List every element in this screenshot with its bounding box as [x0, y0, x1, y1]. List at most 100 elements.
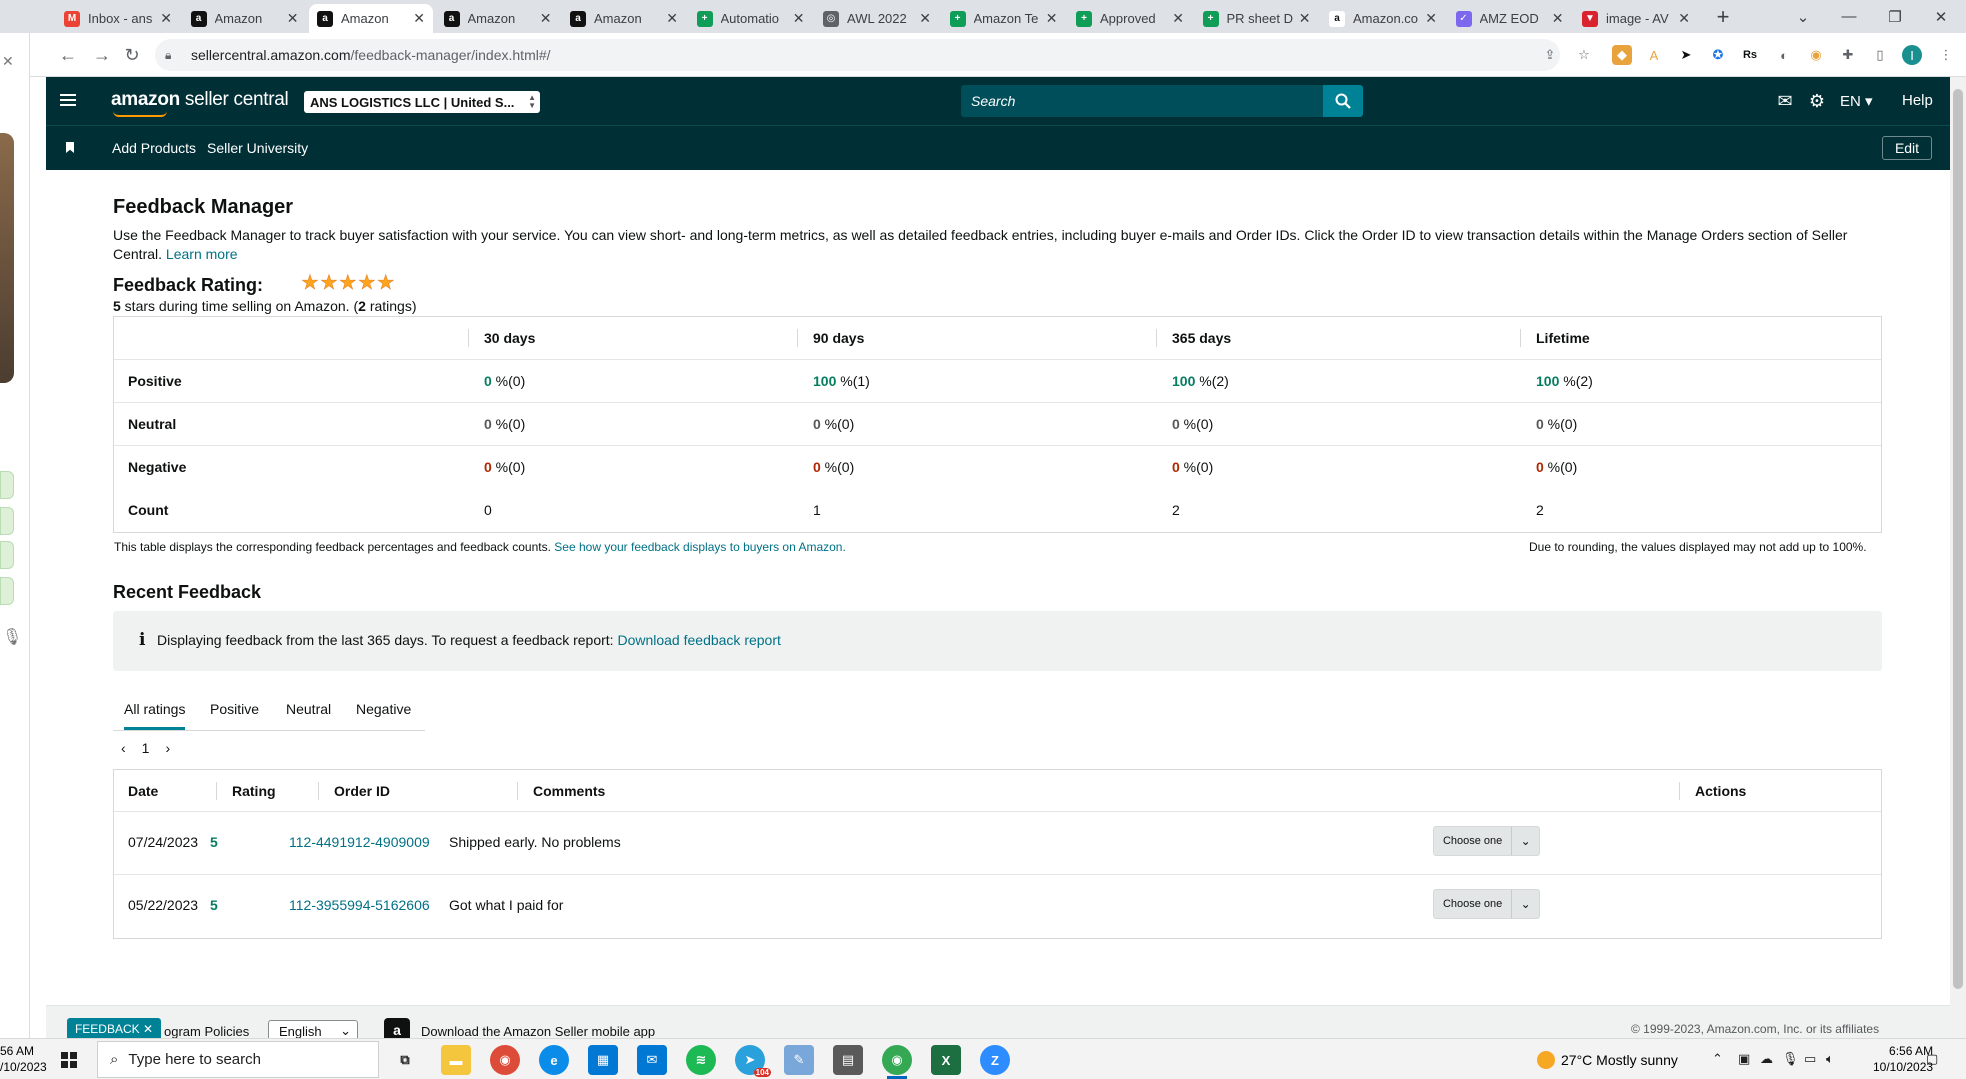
choose-action-dropdown[interactable]: Choose one ⌄	[1433, 889, 1540, 919]
browser-tab[interactable]: M Inbox - ans ✕	[56, 4, 180, 33]
mail-icon[interactable]: ✉	[1774, 91, 1796, 111]
tab-close-icon[interactable]: ✕	[1172, 10, 1184, 27]
taskbar-search-input[interactable]: ⌕ Type here to search	[97, 1041, 379, 1078]
column-header-date[interactable]: Date	[128, 783, 158, 799]
new-tab-button[interactable]: +	[1700, 0, 1746, 33]
browser-tab[interactable]: a Amazon ✕	[436, 4, 560, 33]
spotify-icon[interactable]: ≋	[686, 1045, 716, 1075]
file-explorer-icon[interactable]: ▬	[441, 1045, 471, 1075]
tab-all-ratings[interactable]: All ratings	[124, 701, 186, 730]
order-id-link[interactable]: 112-3955994-5162606	[289, 897, 430, 913]
browser-tab[interactable]: + PR sheet D ✕	[1195, 4, 1319, 33]
tab-close-icon[interactable]: ✕	[1678, 10, 1690, 27]
current-page[interactable]: 1	[142, 740, 150, 756]
windows-start-icon[interactable]	[61, 1052, 77, 1068]
browser-tab[interactable]: ▼ image - AV ✕	[1574, 4, 1698, 33]
account-switcher[interactable]: ANS LOGISTICS LLC | United S... ▲ ▼	[304, 91, 540, 113]
close-window-icon[interactable]: ✕	[1918, 0, 1964, 33]
forward-icon[interactable]: →	[88, 41, 116, 69]
page-scrollbar[interactable]	[1950, 77, 1966, 1038]
browser-tab[interactable]: + Approved ✕	[1068, 4, 1192, 33]
extension-honey-icon[interactable]: ◆	[1612, 45, 1632, 65]
learn-more-link[interactable]: Learn more	[166, 246, 238, 262]
chrome-active-icon[interactable]: ◉	[882, 1045, 912, 1079]
microsoft-store-icon[interactable]: ▦	[588, 1045, 618, 1075]
tab-close-icon[interactable]: ✕	[287, 10, 299, 27]
browser-tab[interactable]: ✓ AMZ EOD ✕	[1448, 4, 1572, 33]
browser-tab[interactable]: a Amazon ✕	[562, 4, 686, 33]
chevron-down-icon[interactable]: ⌄	[1511, 827, 1539, 855]
browser-tab[interactable]: ◎ AWL 2022 ✕	[815, 4, 939, 33]
seller-central-logo[interactable]: amazon seller central	[111, 89, 289, 117]
menu-icon[interactable]	[60, 91, 78, 111]
language-selector[interactable]: EN ▾	[1840, 92, 1873, 110]
tray-chevron-icon[interactable]: ⌃	[1712, 1051, 1723, 1067]
download-feedback-report-link[interactable]: Download feedback report	[617, 632, 780, 648]
extension-edge-icon[interactable]: ◐	[1774, 45, 1794, 65]
tab-close-icon[interactable]: ✕	[793, 10, 805, 27]
seller-university-link[interactable]: Seller University	[207, 140, 308, 156]
search-input[interactable]: Search	[961, 85, 1323, 117]
edge-icon[interactable]: e	[539, 1045, 569, 1075]
side-panel-icon[interactable]: ▯	[1870, 45, 1890, 65]
download-app-link[interactable]: Download the Amazon Seller mobile app	[421, 1024, 655, 1039]
next-page-icon[interactable]: ›	[165, 740, 170, 756]
mail-app-icon[interactable]: ✉	[637, 1045, 667, 1075]
see-how-feedback-displays-link[interactable]: See how your feedback displays to buyers…	[554, 540, 846, 554]
column-header-order-id[interactable]: Order ID	[334, 783, 390, 799]
notepad-icon[interactable]: ✎	[784, 1045, 814, 1075]
column-header-comments[interactable]: Comments	[533, 783, 605, 799]
extensions-puzzle-icon[interactable]: ✚	[1838, 45, 1858, 65]
minimize-icon[interactable]: —	[1826, 0, 1872, 33]
telegram-icon[interactable]: ➤ 104	[735, 1045, 771, 1077]
extension-circle-icon[interactable]: ◉	[1806, 45, 1826, 65]
calculator-icon[interactable]: ▤	[833, 1045, 863, 1075]
tray-app-icon[interactable]: ▣	[1738, 1051, 1750, 1067]
back-icon[interactable]: ←	[54, 41, 82, 69]
help-link[interactable]: Help	[1902, 92, 1933, 109]
edit-nav-button[interactable]: Edit	[1882, 136, 1932, 160]
tab-negative[interactable]: Negative	[356, 701, 411, 717]
extension-keepa-icon[interactable]: ✪	[1708, 45, 1728, 65]
weather-widget[interactable]: 27°C Mostly sunny	[1537, 1051, 1678, 1069]
tab-close-icon[interactable]: ✕	[413, 10, 425, 27]
chrome-icon[interactable]: ◉	[490, 1045, 520, 1075]
notifications-icon[interactable]: ▢	[1926, 1051, 1938, 1067]
excel-icon[interactable]: X	[931, 1045, 961, 1075]
share-icon[interactable]: ⇪	[1540, 45, 1560, 65]
bookmark-icon[interactable]	[66, 142, 74, 153]
feedback-tab-button[interactable]: FEEDBACK ✕	[67, 1018, 161, 1040]
tab-neutral[interactable]: Neutral	[286, 701, 331, 717]
browser-tab[interactable]: a Amazon.co ✕	[1321, 4, 1445, 33]
column-header-rating[interactable]: Rating	[232, 783, 276, 799]
browser-tab[interactable]: + Automatio ✕	[689, 4, 813, 33]
extension-rs-icon[interactable]: Rs	[1740, 45, 1760, 65]
browser-tab[interactable]: a Amazon ✕	[183, 4, 307, 33]
choose-action-dropdown[interactable]: Choose one ⌄	[1433, 826, 1540, 856]
add-products-link[interactable]: Add Products	[112, 140, 196, 156]
extension-arrow-icon[interactable]: ➤	[1676, 45, 1696, 65]
tray-antivirus-icon[interactable]: ☁	[1760, 1051, 1773, 1067]
tab-close-icon[interactable]: ✕	[666, 10, 678, 27]
settings-gear-icon[interactable]: ⚙	[1806, 91, 1828, 111]
order-id-link[interactable]: 112-4491912-4909009	[289, 834, 430, 850]
browser-tab[interactable]: a Amazon ✕	[309, 4, 433, 33]
zoom-icon[interactable]: Z	[980, 1045, 1010, 1075]
taskbar-clock[interactable]: 6:56 AM 10/10/2023	[1873, 1043, 1933, 1075]
chevron-down-icon[interactable]: ⌄	[1511, 890, 1539, 918]
tray-volume-icon[interactable]: 🔈︎	[1826, 1051, 1834, 1067]
search-button[interactable]	[1323, 85, 1363, 117]
prev-page-icon[interactable]: ‹	[121, 740, 126, 756]
tray-mic-icon[interactable]: 🎙︎	[1782, 1051, 1799, 1067]
reload-icon[interactable]: ↻	[118, 41, 146, 69]
tab-close-icon[interactable]: ✕	[160, 10, 172, 27]
tab-search-icon[interactable]: ⌄	[1780, 0, 1826, 33]
tab-close-icon[interactable]: ✕	[1552, 10, 1564, 27]
tab-close-icon[interactable]: ✕	[1046, 10, 1058, 27]
scrollbar-thumb[interactable]	[1953, 89, 1963, 989]
tab-close-icon[interactable]: ✕	[540, 10, 552, 27]
browser-tab[interactable]: + Amazon Te ✕	[942, 4, 1066, 33]
program-policies-link[interactable]: ogram Policies	[164, 1024, 249, 1039]
browser-menu-icon[interactable]: ⋮	[1936, 45, 1956, 65]
tab-close-icon[interactable]: ✕	[1299, 10, 1311, 27]
